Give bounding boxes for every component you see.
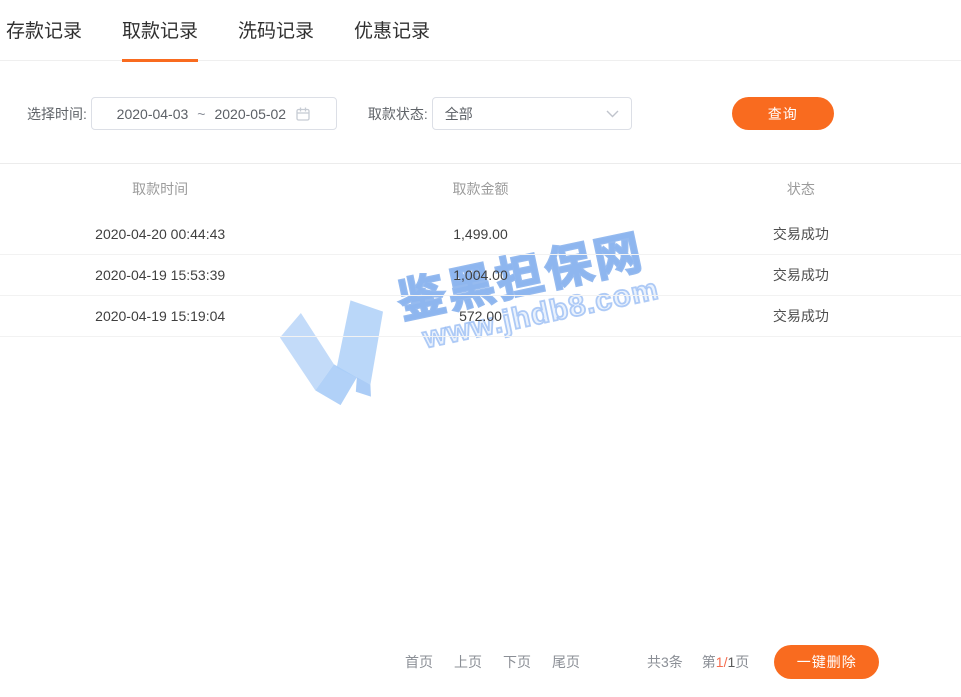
page-suffix: 页 [735,654,749,670]
table-row: 2020-04-20 00:44:43 1,499.00 交易成功 [0,214,961,255]
header-status: 状态 [641,164,961,214]
tab-bar: 存款记录 取款记录 洗码记录 优惠记录 [0,0,961,61]
date-range-input[interactable]: 2020-04-03 ~ 2020-05-02 [91,97,337,130]
table-header-row: 取款时间 取款金额 状态 [0,164,961,214]
calendar-icon [295,106,311,122]
cell-withdraw-time: 2020-04-20 00:44:43 [0,214,320,255]
cell-withdraw-time: 2020-04-19 15:19:04 [0,296,320,337]
date-end-value: 2020-05-02 [214,106,286,122]
table-row: 2020-04-19 15:19:04 572.00 交易成功 [0,296,961,337]
withdrawal-records-table: 取款时间 取款金额 状态 2020-04-20 00:44:43 1,499.0… [0,163,961,337]
date-start-value: 2020-04-03 [117,106,189,122]
pagination-prev[interactable]: 上页 [454,652,482,672]
time-filter-label: 选择时间: [27,104,87,124]
pagination-total-count: 共3条 [647,652,683,672]
cell-withdraw-time: 2020-04-19 15:53:39 [0,255,320,296]
delete-all-button[interactable]: 一键删除 [774,645,879,679]
cell-withdraw-amount: 572.00 [320,296,640,337]
date-separator: ~ [197,106,205,122]
current-page-number: 1 [716,654,724,670]
pagination-first[interactable]: 首页 [405,652,433,672]
page-prefix: 第 [702,654,716,670]
header-withdraw-amount: 取款金额 [320,164,640,214]
pagination-next[interactable]: 下页 [503,652,531,672]
tab-promo-records[interactable]: 优惠记录 [354,20,430,60]
pagination-bar: 首页 上页 下页 尾页 共3条 第1/1页 一键删除 [405,644,879,679]
pagination-page-indicator: 第1/1页 [702,652,749,672]
cell-withdraw-amount: 1,004.00 [320,255,640,296]
tab-rebate-records[interactable]: 洗码记录 [238,20,314,60]
chevron-down-icon [606,110,619,118]
pagination-last[interactable]: 尾页 [552,652,580,672]
status-select-value: 全部 [445,104,473,124]
cell-status: 交易成功 [641,296,961,337]
header-withdraw-time: 取款时间 [0,164,320,214]
table-row: 2020-04-19 15:53:39 1,004.00 交易成功 [0,255,961,296]
withdrawal-records-page: 存款记录 取款记录 洗码记录 优惠记录 选择时间: 2020-04-03 ~ 2… [0,0,961,697]
tab-withdrawal-records[interactable]: 取款记录 [122,20,198,62]
cell-status: 交易成功 [641,255,961,296]
cell-withdraw-amount: 1,499.00 [320,214,640,255]
cell-status: 交易成功 [641,214,961,255]
tab-deposit-records[interactable]: 存款记录 [6,20,82,60]
status-filter-label: 取款状态: [368,104,428,124]
status-select[interactable]: 全部 [432,97,632,130]
query-button[interactable]: 查询 [732,97,834,130]
filter-row: 选择时间: 2020-04-03 ~ 2020-05-02 取款状态: 全部 [27,97,961,130]
